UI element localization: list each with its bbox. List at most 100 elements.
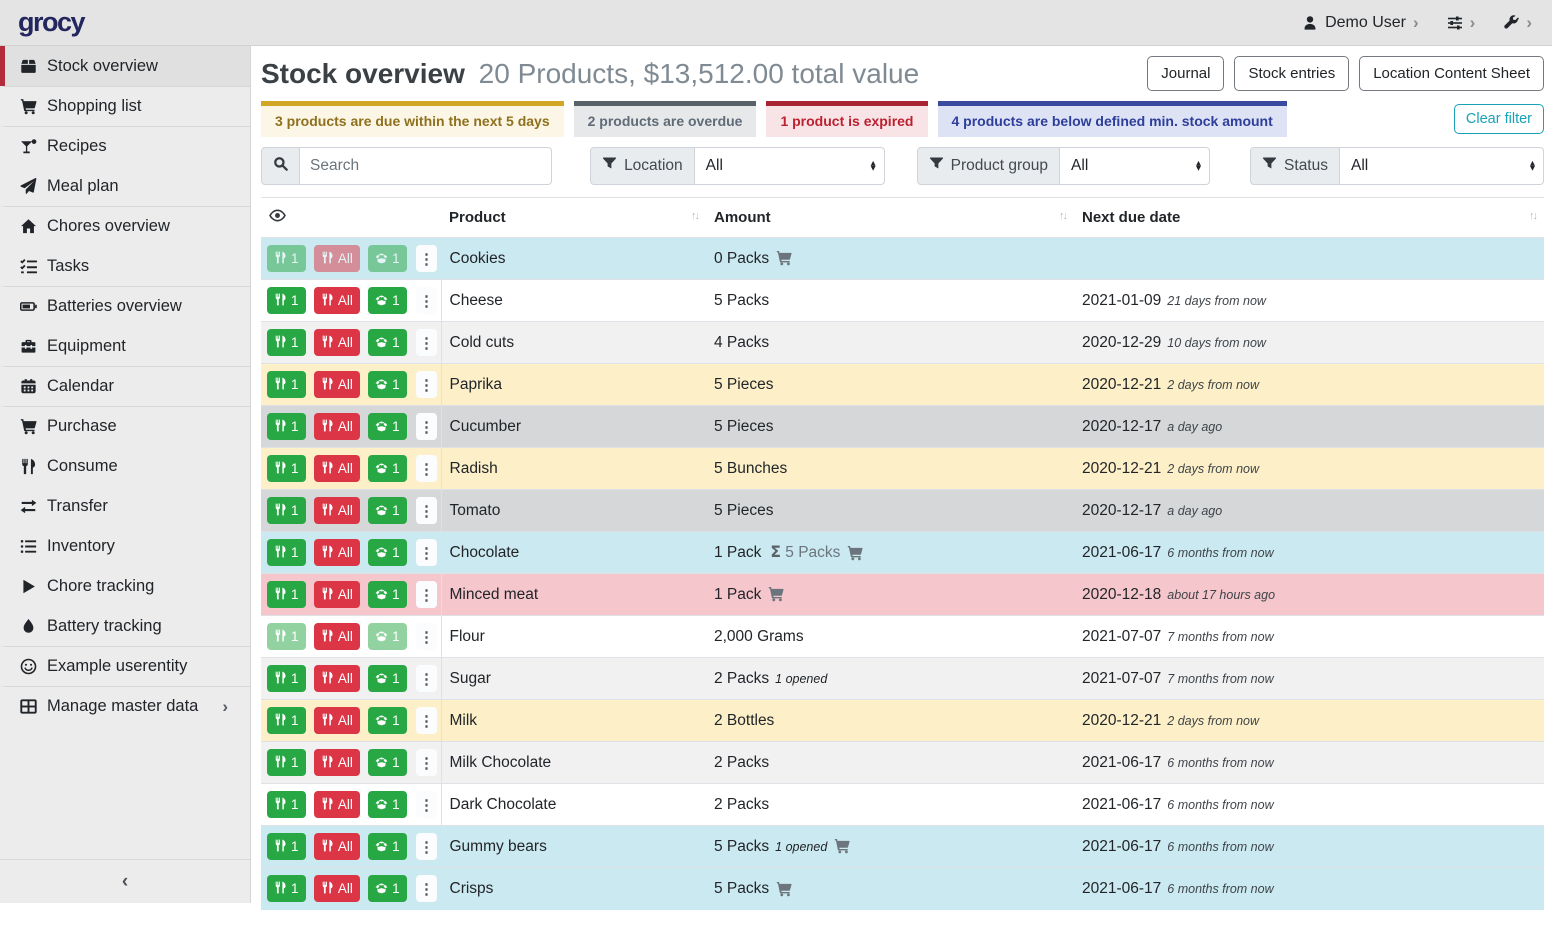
table-row-cold-cuts[interactable]: 1 All 1 ⋮ Cold cuts 4 PacksΣ 2020-12-291…: [261, 322, 1544, 364]
consume-one-button[interactable]: 1: [267, 665, 306, 692]
consume-all-button[interactable]: All: [314, 455, 360, 482]
open-one-button[interactable]: 1: [368, 455, 407, 482]
sidebar-item-purchase[interactable]: Purchase: [0, 406, 250, 446]
consume-one-button[interactable]: 1: [267, 749, 306, 776]
sidebar-item-equipment[interactable]: Equipment: [0, 326, 250, 366]
consume-all-button[interactable]: All: [314, 833, 360, 860]
app-logo[interactable]: grocy: [18, 7, 84, 38]
consume-all-button[interactable]: All: [314, 875, 360, 902]
consume-all-button[interactable]: All: [314, 245, 360, 272]
next-due-date-column-header[interactable]: Next due date ↑↓: [1074, 198, 1544, 238]
open-one-button[interactable]: 1: [368, 623, 407, 650]
sidebar-item-transfer[interactable]: Transfer: [0, 486, 250, 526]
status-banner-below-min[interactable]: 4 products are below defined min. stock …: [938, 101, 1287, 137]
row-menu-button[interactable]: ⋮: [416, 833, 437, 860]
consume-all-button[interactable]: All: [314, 707, 360, 734]
sort-icon[interactable]: ↑↓: [691, 210, 698, 222]
sidebar-item-manage-master-data[interactable]: Manage master data ›: [0, 686, 250, 726]
consume-all-button[interactable]: All: [314, 749, 360, 776]
row-menu-button[interactable]: ⋮: [416, 707, 437, 734]
table-row-cheese[interactable]: 1 All 1 ⋮ Cheese 5 PacksΣ 2021-01-0921 d…: [261, 280, 1544, 322]
row-menu-button[interactable]: ⋮: [416, 623, 437, 650]
open-one-button[interactable]: 1: [368, 371, 407, 398]
open-one-button[interactable]: 1: [368, 665, 407, 692]
open-one-button[interactable]: 1: [368, 707, 407, 734]
sidebar-item-calendar[interactable]: Calendar: [0, 366, 250, 406]
sidebar-item-example-userentity[interactable]: Example userentity: [0, 646, 250, 686]
consume-one-button[interactable]: 1: [267, 581, 306, 608]
row-menu-button[interactable]: ⋮: [416, 497, 437, 524]
open-one-button[interactable]: 1: [368, 287, 407, 314]
open-one-button[interactable]: 1: [368, 749, 407, 776]
sidebar-collapse-button[interactable]: ‹: [0, 859, 250, 903]
shopping-cart-icon[interactable]: [834, 838, 850, 854]
admin-menu[interactable]: ›: [1503, 14, 1532, 31]
clear-filter-button[interactable]: Clear filter: [1454, 104, 1544, 134]
open-one-button[interactable]: 1: [368, 875, 407, 902]
shopping-cart-icon[interactable]: [776, 881, 792, 897]
status-banner-expired[interactable]: 1 product is expired: [766, 101, 927, 137]
row-menu-button[interactable]: ⋮: [416, 455, 437, 482]
consume-one-button[interactable]: 1: [267, 833, 306, 860]
table-row-crisps[interactable]: 1 All 1 ⋮ Crisps 5 PacksΣ 2021-06-176 mo…: [261, 868, 1544, 910]
consume-one-button[interactable]: 1: [267, 371, 306, 398]
open-one-button[interactable]: 1: [368, 497, 407, 524]
status-banner-overdue[interactable]: 2 products are overdue: [574, 101, 757, 137]
table-row-tomato[interactable]: 1 All 1 ⋮ Tomato 5 PiecesΣ 2020-12-17a d…: [261, 490, 1544, 532]
shopping-cart-icon[interactable]: [847, 545, 863, 561]
consume-all-button[interactable]: All: [314, 287, 360, 314]
row-menu-button[interactable]: ⋮: [416, 581, 437, 608]
consume-all-button[interactable]: All: [314, 581, 360, 608]
consume-one-button[interactable]: 1: [267, 413, 306, 440]
filter-select[interactable]: All ▲▼: [695, 147, 885, 185]
open-one-button[interactable]: 1: [368, 329, 407, 356]
consume-all-button[interactable]: All: [314, 623, 360, 650]
table-row-milk-chocolate[interactable]: 1 All 1 ⋮ Milk Chocolate 2 PacksΣ 2021-0…: [261, 742, 1544, 784]
consume-one-button[interactable]: 1: [267, 623, 306, 650]
consume-one-button[interactable]: 1: [267, 791, 306, 818]
table-row-dark-chocolate[interactable]: 1 All 1 ⋮ Dark Chocolate 2 PacksΣ 2021-0…: [261, 784, 1544, 826]
table-row-sugar[interactable]: 1 All 1 ⋮ Sugar 2 Packs1 openedΣ 2021-07…: [261, 658, 1544, 700]
row-menu-button[interactable]: ⋮: [416, 749, 437, 776]
consume-all-button[interactable]: All: [314, 791, 360, 818]
table-row-minced-meat[interactable]: 1 All 1 ⋮ Minced meat 1 PackΣ 2020-12-18…: [261, 574, 1544, 616]
row-menu-button[interactable]: ⋮: [416, 287, 437, 314]
consume-one-button[interactable]: 1: [267, 455, 306, 482]
filter-select[interactable]: All ▲▼: [1060, 147, 1210, 185]
sidebar-item-meal-plan[interactable]: Meal plan: [0, 166, 250, 206]
row-menu-button[interactable]: ⋮: [416, 791, 437, 818]
sidebar-item-recipes[interactable]: Recipes: [0, 126, 250, 166]
amount-column-header[interactable]: Amount ↑↓: [706, 198, 1074, 238]
sort-icon[interactable]: ↑↓: [1529, 210, 1536, 222]
consume-all-button[interactable]: All: [314, 371, 360, 398]
open-one-button[interactable]: 1: [368, 833, 407, 860]
row-menu-button[interactable]: ⋮: [416, 371, 437, 398]
product-column-header[interactable]: Product ↑↓: [441, 198, 706, 238]
consume-all-button[interactable]: All: [314, 539, 360, 566]
table-row-radish[interactable]: 1 All 1 ⋮ Radish 5 BunchesΣ 2020-12-212 …: [261, 448, 1544, 490]
filter-select[interactable]: All ▲▼: [1340, 147, 1544, 185]
consume-one-button[interactable]: 1: [267, 245, 306, 272]
open-one-button[interactable]: 1: [368, 413, 407, 440]
sidebar-item-chore-tracking[interactable]: Chore tracking: [0, 566, 250, 606]
consume-all-button[interactable]: All: [314, 329, 360, 356]
table-row-chocolate[interactable]: 1 All 1 ⋮ Chocolate 1 PackΣ 5 Packs 2021…: [261, 532, 1544, 574]
row-menu-button[interactable]: ⋮: [416, 539, 437, 566]
sort-icon[interactable]: ↑↓: [1059, 210, 1066, 222]
open-one-button[interactable]: 1: [368, 539, 407, 566]
open-one-button[interactable]: 1: [368, 245, 407, 272]
stock-entries-button[interactable]: Stock entries: [1234, 56, 1349, 91]
consume-one-button[interactable]: 1: [267, 707, 306, 734]
location-content-sheet-button[interactable]: Location Content Sheet: [1359, 56, 1544, 91]
table-row-milk[interactable]: 1 All 1 ⋮ Milk 2 BottlesΣ 2020-12-212 da…: [261, 700, 1544, 742]
row-menu-button[interactable]: ⋮: [416, 413, 437, 440]
sidebar-item-batteries-overview[interactable]: Batteries overview: [0, 286, 250, 326]
open-one-button[interactable]: 1: [368, 581, 407, 608]
sidebar-item-chores-overview[interactable]: Chores overview: [0, 206, 250, 246]
sidebar-item-inventory[interactable]: Inventory: [0, 526, 250, 566]
table-row-gummy-bears[interactable]: 1 All 1 ⋮ Gummy bears 5 Packs1 openedΣ 2…: [261, 826, 1544, 868]
consume-one-button[interactable]: 1: [267, 497, 306, 524]
consume-all-button[interactable]: All: [314, 497, 360, 524]
open-one-button[interactable]: 1: [368, 791, 407, 818]
shopping-cart-icon[interactable]: [776, 250, 792, 266]
